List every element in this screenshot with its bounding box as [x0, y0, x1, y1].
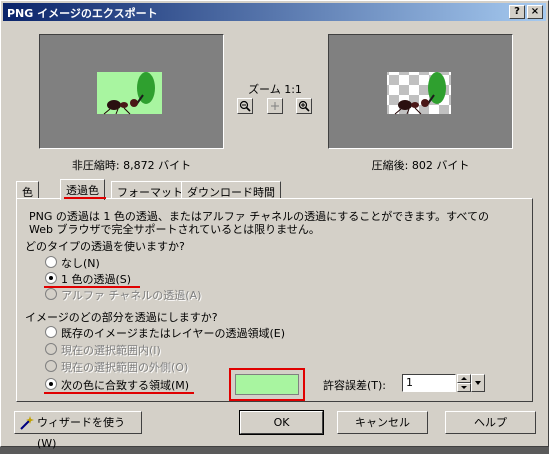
compressed-size-caption: 圧縮後: 802 バイト [371, 159, 470, 172]
radio-single-color[interactable] [45, 272, 57, 284]
tab-color[interactable]: 色 [16, 181, 39, 199]
compressed-preview [328, 34, 513, 149]
cancel-button[interactable]: キャンセル [337, 411, 428, 434]
arrow-down-icon [461, 386, 467, 389]
arrow-down-icon [475, 381, 481, 385]
title-bar[interactable]: PNG イメージのエクスポート ? × [3, 3, 546, 21]
zoom-in-button[interactable] [296, 98, 312, 114]
magnifier-plus-icon [298, 100, 310, 112]
export-dialog: PNG イメージのエクスポート ? × 非圧縮時: 8,872 バイト ズーム … [0, 0, 549, 450]
description-line-2: Web ブラウザで完全サポートされているとは限りません。 [29, 223, 320, 236]
tab-download-time[interactable]: ダウンロード時間 [181, 181, 281, 199]
wizard-button[interactable]: ウィザードを使う(W) [14, 411, 142, 450]
tolerance-slider-button[interactable] [471, 374, 485, 392]
radio-outside-selection-label: 現在の選択範囲の外側(O) [61, 361, 189, 374]
ant-leaf-original-image [97, 72, 162, 115]
pan-button[interactable] [267, 98, 283, 114]
radio-none-label: なし(N) [61, 257, 100, 270]
wizard-wand-icon [20, 416, 34, 430]
tolerance-label: 許容誤差(T): [323, 379, 387, 392]
radio-alpha-channel-label: アルファ チャネルの透過(A) [61, 289, 202, 302]
help-title-button[interactable]: ? [509, 5, 525, 19]
window-title: PNG イメージのエクスポート [7, 7, 158, 20]
tab-format[interactable]: フォーマット [111, 181, 189, 199]
tab-highlight-mark [64, 197, 106, 199]
ant-leaf-compressed-image [387, 72, 451, 115]
tolerance-up-button[interactable] [457, 374, 471, 383]
radio-outside-selection[interactable] [45, 360, 57, 372]
match-color-highlight-frame [229, 368, 305, 401]
tolerance-down-button[interactable] [457, 383, 471, 392]
close-title-button[interactable]: × [527, 5, 543, 19]
radio-match-color[interactable] [45, 378, 57, 390]
radio-inside-selection[interactable] [45, 343, 57, 355]
hand-icon [271, 102, 279, 110]
transparency-type-question: どのタイプの透過を使いますか? [25, 240, 185, 253]
area-question: イメージのどの部分を透過にしますか? [25, 311, 218, 324]
original-preview [39, 34, 224, 149]
tolerance-input[interactable]: 1 [402, 374, 456, 392]
zoom-label: ズーム 1:1 [248, 83, 302, 96]
radio-match-color-label: 次の色に合致する領域(M) [61, 379, 190, 392]
match-color-swatch[interactable] [235, 374, 299, 395]
radio-single-color-label: 1 色の透過(S) [61, 273, 132, 286]
ok-button[interactable]: OK [239, 410, 324, 435]
arrow-up-icon [461, 377, 467, 380]
radio-alpha-channel[interactable] [45, 288, 57, 300]
match-color-highlight-mark [44, 392, 194, 394]
radio-existing-transparency-label: 既存のイメージまたはレイヤーの透過領域(E) [61, 327, 285, 340]
wizard-button-label: ウィザードを使う(W) [37, 416, 125, 450]
magnifier-minus-icon [239, 100, 251, 112]
help-button[interactable]: ヘルプ [445, 411, 536, 434]
radio-inside-selection-label: 現在の選択範囲内(I) [61, 344, 161, 357]
original-size-caption: 非圧縮時: 8,872 バイト [71, 159, 192, 172]
radio-existing-transparency[interactable] [45, 326, 57, 338]
zoom-out-button[interactable] [237, 98, 253, 114]
radio-none[interactable] [45, 256, 57, 268]
